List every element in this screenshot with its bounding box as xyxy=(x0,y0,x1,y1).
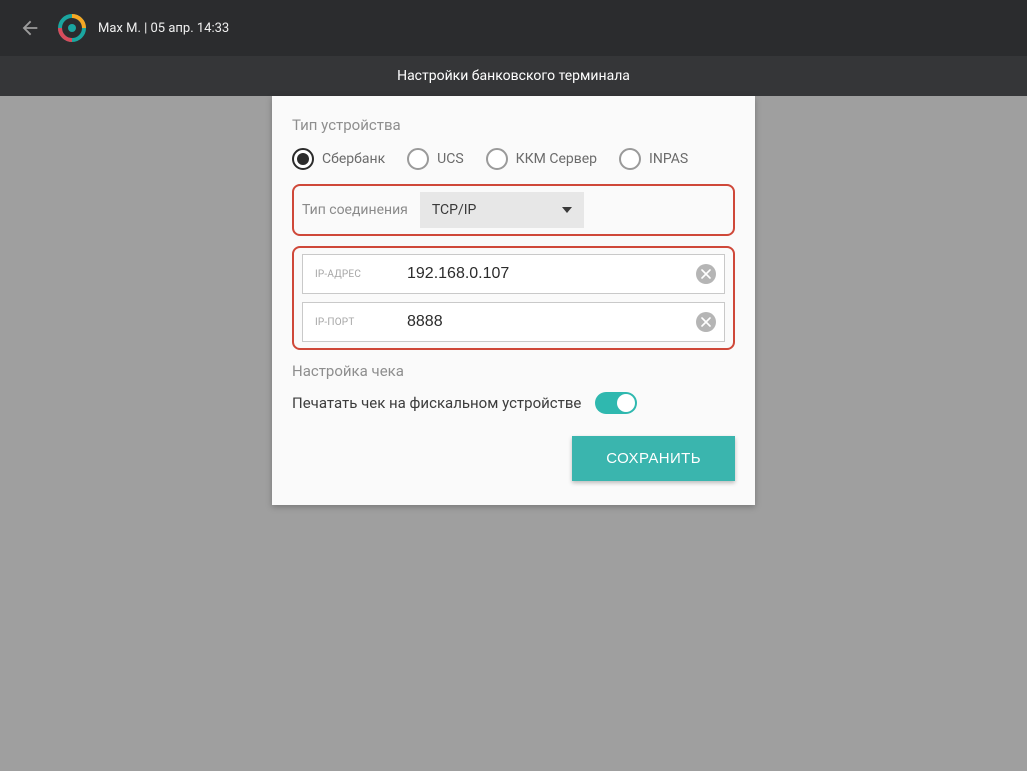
connection-type-callout: Тип соединения TCP/IP xyxy=(292,184,735,236)
radio-icon xyxy=(619,148,641,170)
radio-sberbank[interactable]: Сбербанк xyxy=(292,148,385,170)
ip-port-label: IP-ПОРТ xyxy=(315,317,407,328)
device-type-radio-group: Сбербанк UCS ККМ Сервер INPAS xyxy=(292,148,735,170)
topbar-separator: | xyxy=(141,21,151,36)
app-logo-icon xyxy=(58,14,86,42)
radio-kkm[interactable]: ККМ Сервер xyxy=(486,148,597,170)
ip-address-field[interactable]: IP-АДРЕС xyxy=(302,254,725,294)
close-icon xyxy=(701,269,711,279)
radio-icon xyxy=(407,148,429,170)
back-button[interactable] xyxy=(16,14,44,42)
clear-ip-port-button[interactable] xyxy=(696,312,716,332)
radio-label: Сбербанк xyxy=(322,151,385,167)
close-icon xyxy=(701,317,711,327)
radio-label: UCS xyxy=(437,151,464,167)
arrow-left-icon xyxy=(19,17,41,39)
ip-port-field[interactable]: IP-ПОРТ xyxy=(302,302,725,342)
switch-thumb-icon xyxy=(617,394,635,412)
clear-ip-address-button[interactable] xyxy=(696,264,716,284)
save-button[interactable]: СОХРАНИТЬ xyxy=(572,436,735,481)
print-receipt-label: Печатать чек на фискальном устройстве xyxy=(292,394,581,412)
connection-type-dropdown[interactable]: TCP/IP xyxy=(420,192,584,228)
connection-type-label: Тип соединения xyxy=(302,202,408,218)
print-receipt-toggle[interactable] xyxy=(595,392,637,414)
radio-label: INPAS xyxy=(649,151,688,167)
ip-address-label: IP-АДРЕС xyxy=(315,269,407,280)
dropdown-value: TCP/IP xyxy=(432,202,477,218)
radio-icon xyxy=(292,148,314,170)
device-type-label: Тип устройства xyxy=(292,116,735,134)
top-bar: Max M. | 05 апр. 14:33 xyxy=(0,0,1027,56)
page-title: Настройки банковского терминала xyxy=(397,68,630,84)
receipt-section-label: Настройка чека xyxy=(292,362,735,380)
ip-fields-callout: IP-АДРЕС IP-ПОРТ xyxy=(292,246,735,350)
topbar-datetime: 05 апр. 14:33 xyxy=(151,21,230,36)
topbar-user: Max M. xyxy=(98,21,141,36)
print-receipt-row: Печатать чек на фискальном устройстве xyxy=(292,392,735,414)
ip-address-input[interactable] xyxy=(407,265,696,283)
chevron-down-icon xyxy=(562,207,572,213)
ip-port-input[interactable] xyxy=(407,313,696,331)
radio-inpas[interactable]: INPAS xyxy=(619,148,688,170)
radio-ucs[interactable]: UCS xyxy=(407,148,464,170)
radio-label: ККМ Сервер xyxy=(516,151,597,167)
settings-card: Тип устройства Сбербанк UCS ККМ Сервер I… xyxy=(272,96,755,505)
page-title-bar: Настройки банковского терминала xyxy=(0,56,1027,96)
topbar-user-datetime: Max M. | 05 апр. 14:33 xyxy=(98,21,229,36)
radio-icon xyxy=(486,148,508,170)
